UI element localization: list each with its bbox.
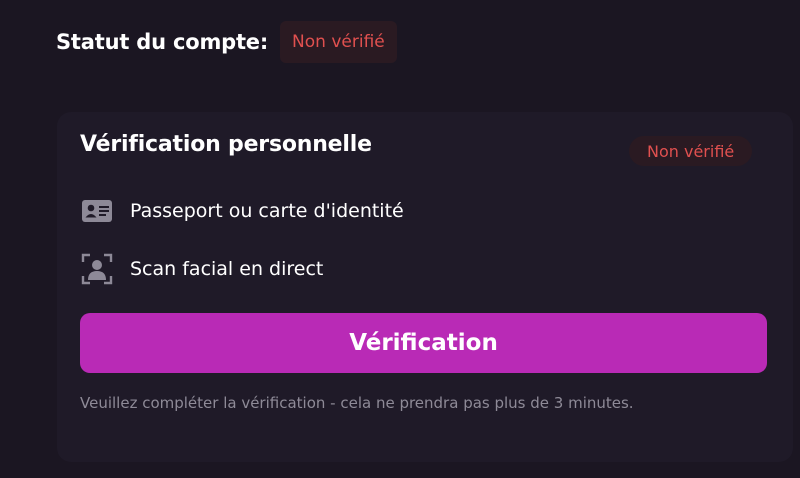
verification-note: Veuillez compléter la vérification - cel… — [80, 394, 634, 412]
id-card-icon — [80, 195, 114, 227]
requirement-id-label: Passeport ou carte d'identité — [130, 200, 404, 222]
account-status: Statut du compte: Non vérifié — [56, 21, 397, 63]
verification-status-badge: Non vérifié — [629, 136, 753, 166]
verification-button[interactable]: Vérification — [80, 313, 767, 373]
face-scan-icon — [80, 253, 114, 285]
card-title: Vérification personnelle — [80, 132, 372, 157]
account-status-label: Statut du compte: — [56, 30, 269, 54]
verification-card: Vérification personnelle Non vérifié Pas… — [57, 112, 793, 462]
requirement-face-label: Scan facial en direct — [130, 258, 324, 280]
requirement-id-document: Passeport ou carte d'identité — [80, 195, 404, 227]
requirement-face-scan: Scan facial en direct — [80, 253, 323, 285]
account-status-badge: Non vérifié — [280, 21, 397, 63]
